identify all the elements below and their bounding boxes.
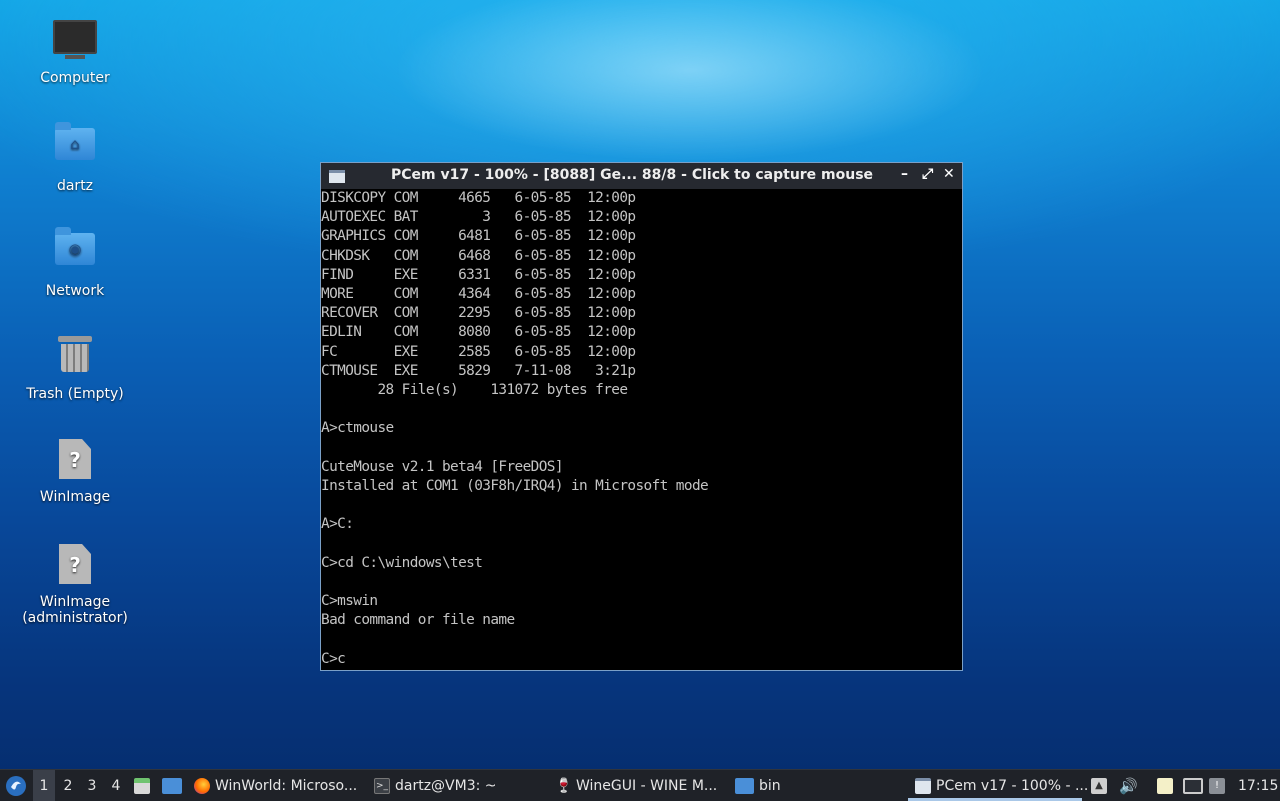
clipboard-icon — [1157, 777, 1173, 794]
desktop-icon-trash[interactable]: Trash (Empty) — [15, 330, 135, 402]
task-label: WinWorld: Microso... — [215, 777, 358, 794]
terminal-line: MORE COM 4364 6-05-85 12:00p — [321, 285, 636, 302]
task-bin[interactable]: bin — [735, 770, 781, 801]
pcem-window[interactable]: PCem v17 - 100% - [8088] Ge... 88/8 - Cl… — [320, 162, 963, 671]
pcem-icon — [329, 169, 345, 183]
file-manager-launcher[interactable] — [134, 770, 155, 801]
terminal-line: Bad command or file name — [321, 612, 515, 629]
terminal-line: C>mswin — [321, 592, 378, 609]
desktop-icon-label: WinImage — [39, 489, 111, 505]
terminal-line: CHKDSK COM 6468 6-05-85 12:00p — [321, 247, 636, 264]
terminal-icon: >_ — [374, 777, 390, 794]
tray-updates[interactable]: ! — [1209, 770, 1230, 801]
start-menu-button[interactable] — [5, 770, 27, 801]
desktop-icon-label: dartz — [56, 178, 94, 194]
terminal-line: CuteMouse v2.1 beta4 [FreeDOS] — [321, 458, 564, 475]
terminal-line: RECOVER COM 2295 6-05-85 12:00p — [321, 305, 636, 322]
task-pcem[interactable]: PCem v17 - 100% - ... — [915, 770, 1088, 801]
firefox-icon — [194, 777, 210, 794]
window-title: PCem v17 - 100% - [8088] Ge... 88/8 - Cl… — [391, 167, 874, 183]
home-folder-icon: ⌂ — [53, 122, 97, 172]
desktop-icon-label-line1: WinImage — [39, 594, 111, 610]
tray-volume[interactable]: 🔊 — [1119, 770, 1138, 801]
terminal-line: GRAPHICS COM 6481 6-05-85 12:00p — [321, 228, 636, 245]
notification-icon: ! — [1209, 777, 1225, 794]
unknown-file-icon: ? — [53, 439, 97, 483]
desktop-icon-network[interactable]: ◉ Network — [15, 225, 135, 299]
folder-icon — [735, 777, 754, 794]
desktop-icon-dartz[interactable]: ⌂ dartz — [15, 120, 135, 194]
eject-icon: ▲ — [1091, 777, 1107, 794]
lxqt-menu-icon — [6, 775, 26, 796]
desktop-icon-label: Computer — [40, 70, 110, 86]
maximize-button[interactable]: ⤢ — [922, 166, 933, 182]
taskbar: 1 2 3 4 WinWorld: Microso... >_ dartz@VM… — [0, 769, 1280, 801]
terminal-line: C>cd C:\windows\test — [321, 554, 483, 571]
tray-clipboard[interactable] — [1157, 770, 1178, 801]
wine-icon: 🍷 — [555, 777, 573, 794]
desktop-icon-computer[interactable]: Computer — [15, 14, 135, 86]
workspace-3[interactable]: 3 — [81, 770, 103, 801]
terminal-line: FIND EXE 6331 6-05-85 12:00p — [321, 266, 636, 283]
volume-icon: 🔊 — [1119, 776, 1138, 795]
computer-icon — [53, 20, 97, 64]
tray-network[interactable] — [1183, 770, 1208, 801]
close-button[interactable]: ✕ — [943, 166, 955, 182]
network-folder-icon: ◉ — [53, 227, 97, 277]
workspace-2[interactable]: 2 — [57, 770, 79, 801]
network-icon — [1183, 777, 1203, 794]
window-titlebar[interactable]: PCem v17 - 100% - [8088] Ge... 88/8 - Cl… — [321, 163, 962, 189]
task-label: dartz@VM3: ~ — [395, 777, 497, 794]
emulator-screen[interactable]: DISKCOPY COM 4665 6-05-85 12:00p AUTOEXEC… — [321, 189, 962, 670]
task-terminal[interactable]: >_ dartz@VM3: ~ — [374, 770, 497, 801]
workspace-4[interactable]: 4 — [105, 770, 127, 801]
task-label: bin — [759, 777, 781, 794]
terminal-line: CTMOUSE EXE 5829 7-11-08 3:21p — [321, 362, 636, 379]
minimize-button[interactable]: – — [901, 166, 908, 182]
terminal-line: DISKCOPY COM 4665 6-05-85 12:00p — [321, 190, 636, 206]
file-cabinet-icon — [134, 777, 150, 794]
terminal-line: Installed at COM1 (03F8h/IRQ4) in Micros… — [321, 477, 709, 494]
terminal-line: 28 File(s) 131072 bytes free — [321, 381, 628, 398]
show-desktop-button[interactable] — [162, 770, 187, 801]
desktop-icon-winimage-admin[interactable]: ? WinImage (administrator) — [15, 540, 135, 626]
task-winworld[interactable]: WinWorld: Microso... — [194, 770, 357, 801]
terminal-line: C>c — [321, 650, 346, 667]
tray-eject[interactable]: ▲ — [1091, 770, 1112, 801]
task-label: WineGUI - WINE M... — [576, 777, 718, 794]
terminal-line: EDLIN COM 8080 6-05-85 12:00p — [321, 324, 636, 341]
unknown-file-icon: ? — [53, 544, 97, 588]
terminal-line: A>ctmouse — [321, 420, 394, 437]
task-winegui[interactable]: 🍷 WineGUI - WINE M... — [555, 770, 717, 801]
pcem-icon — [915, 777, 931, 794]
desktop-icon-label: Network — [45, 283, 105, 299]
trash-icon — [53, 336, 97, 380]
terminal-line: FC EXE 2585 6-05-85 12:00p — [321, 343, 636, 360]
task-label: PCem v17 - 100% - ... — [936, 777, 1089, 794]
desktop-icon — [162, 777, 182, 794]
desktop-icon-winimage[interactable]: ? WinImage — [15, 435, 135, 505]
workspace-1[interactable]: 1 — [33, 770, 55, 801]
terminal-line: AUTOEXEC BAT 3 6-05-85 12:00p — [321, 209, 636, 226]
desktop-icon-label: Trash (Empty) — [26, 386, 124, 402]
desktop-icon-label-line2: (administrator) — [22, 610, 128, 626]
clock[interactable]: 17:15 — [1238, 770, 1278, 801]
terminal-line: A>C: — [321, 516, 354, 533]
